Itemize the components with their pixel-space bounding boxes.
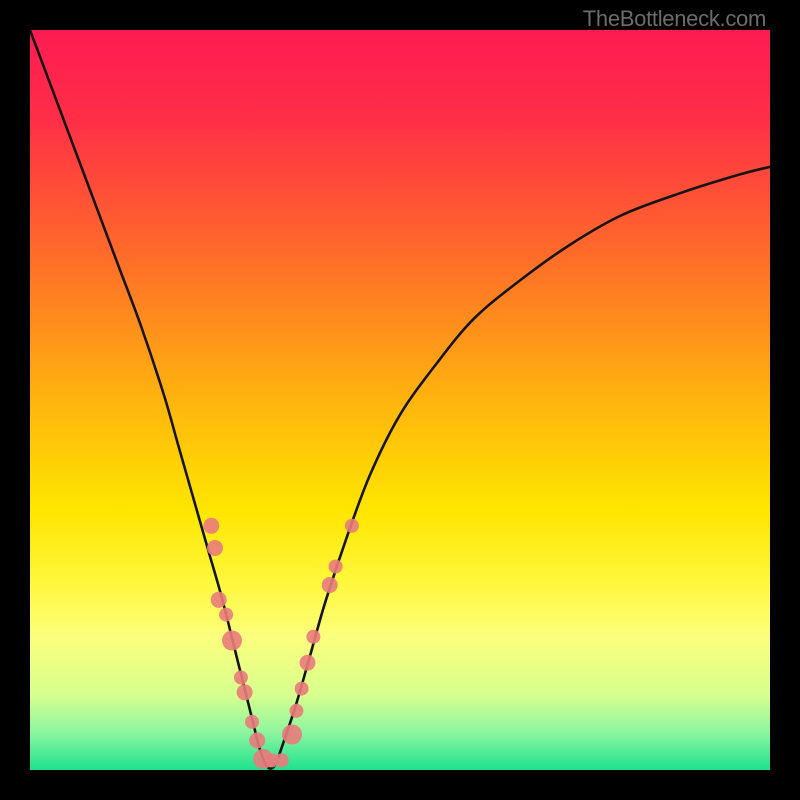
data-point (211, 592, 227, 608)
curve-layer (30, 30, 770, 770)
data-point (345, 519, 359, 533)
data-point (249, 732, 265, 748)
data-point (219, 608, 233, 622)
chart-frame: TheBottleneck.com (0, 0, 800, 800)
data-point (282, 725, 302, 745)
data-point (295, 682, 309, 696)
data-point (322, 577, 338, 593)
data-point (306, 630, 320, 644)
data-point (245, 715, 259, 729)
bottleneck-curve (30, 30, 770, 769)
data-point (207, 540, 223, 556)
data-point (275, 753, 289, 767)
data-dots (203, 518, 359, 769)
data-point (300, 655, 316, 671)
data-point (237, 684, 253, 700)
data-point (203, 518, 219, 534)
data-point (329, 560, 343, 574)
data-point (222, 631, 242, 651)
data-point (234, 671, 248, 685)
plot-area (30, 30, 770, 770)
watermark-text: TheBottleneck.com (583, 6, 766, 32)
data-point (289, 704, 303, 718)
